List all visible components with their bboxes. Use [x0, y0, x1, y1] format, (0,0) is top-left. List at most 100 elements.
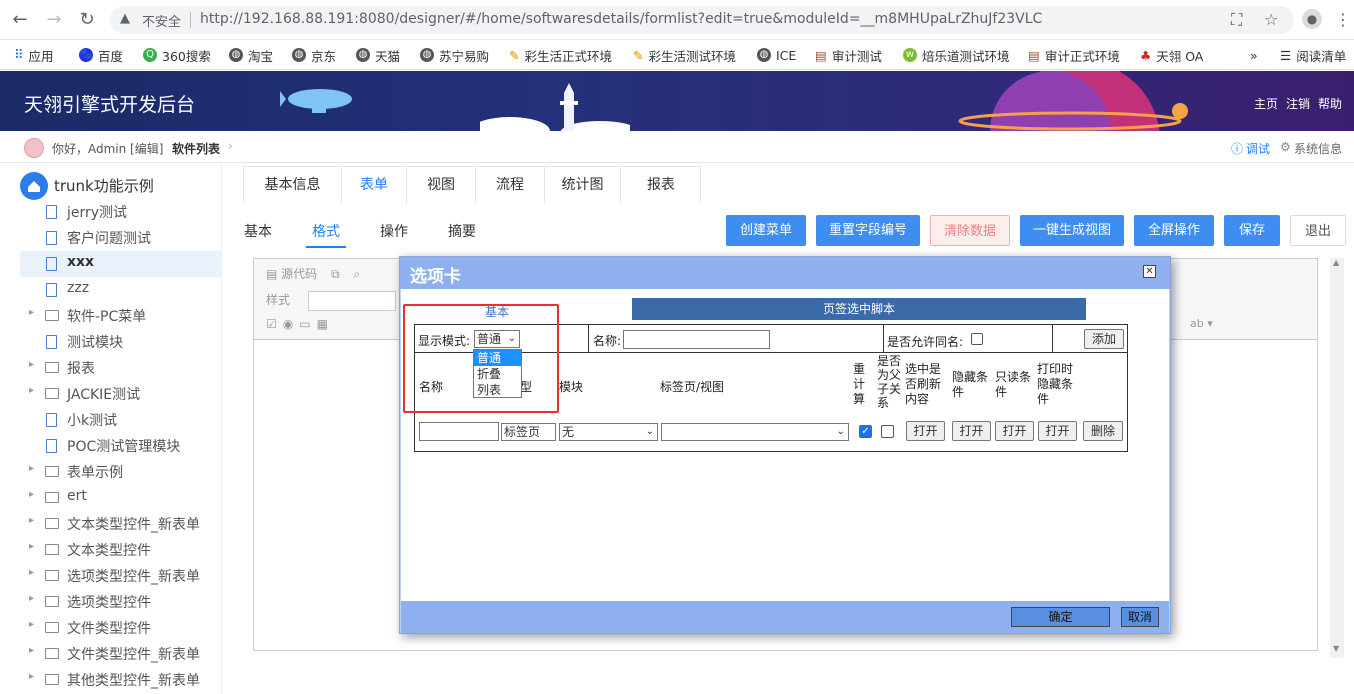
sidebar-item[interactable]: ▸ ert [0, 485, 222, 511]
find-icon[interactable]: ⌕ [353, 267, 360, 281]
translate-icon[interactable]: ⛶ [1231, 10, 1242, 30]
add-button[interactable]: 添加 [1084, 329, 1124, 349]
dialog-titlebar[interactable]: 选项卡 ✕ [400, 257, 1170, 289]
copy-icon[interactable]: ⧉ [331, 267, 340, 281]
home-link[interactable]: 主页 [1254, 95, 1278, 112]
sidebar-item[interactable]: zzz [0, 277, 222, 303]
sidebar-item[interactable]: ▸ 表单示例 [0, 459, 222, 485]
source-icon[interactable]: ▤ [266, 267, 281, 281]
subtab-1[interactable]: 格式 [312, 221, 340, 241]
row-name-input[interactable] [419, 422, 499, 441]
close-icon[interactable]: ✕ [1143, 265, 1156, 278]
bookmark-baidu[interactable]: 🐾 百度 [79, 45, 123, 65]
star-icon[interactable]: ☆ [1264, 10, 1278, 29]
profile-icon[interactable]: ● [1302, 9, 1322, 29]
open-print-hide-button[interactable]: 打开 [1038, 421, 1077, 441]
logout-link[interactable]: 注销 [1286, 95, 1310, 112]
bookmark-ice[interactable]: ◍ ICE [757, 45, 796, 65]
allow-same-name-checkbox[interactable] [971, 333, 983, 345]
sidebar-item[interactable]: ▸ 选项类型控件_新表单 [0, 563, 222, 589]
page-scrollbar[interactable]: ▲ ▼ [1330, 258, 1344, 658]
tab-2[interactable]: 视图 [407, 167, 476, 204]
tab-4[interactable]: 统计图 [545, 167, 621, 204]
expand-arrow-icon[interactable]: ▸ [29, 593, 34, 604]
bookmarks-more[interactable]: » [1250, 45, 1258, 65]
action-button-5[interactable]: 保存 [1224, 215, 1280, 246]
bookmark-csh-test[interactable]: ✎ 彩生活测试环境 [633, 45, 736, 65]
system-info-link[interactable]: 系统信息 [1294, 140, 1342, 157]
sidebar-item[interactable]: ▸ 报表 [0, 355, 222, 381]
back-icon[interactable]: ← [8, 8, 32, 32]
expand-arrow-icon[interactable]: ▸ [29, 515, 34, 526]
expand-arrow-icon[interactable]: ▸ [29, 645, 34, 656]
tab-script[interactable]: 页签选中脚本 [632, 298, 1086, 320]
expand-arrow-icon[interactable]: ▸ [29, 619, 34, 630]
control-icons[interactable]: ☑◉▭▦ [266, 317, 334, 331]
expand-arrow-icon[interactable]: ▸ [29, 463, 34, 474]
scroll-up-icon[interactable]: ▲ [1333, 258, 1339, 267]
sidebar-item[interactable]: xxx [20, 251, 222, 277]
sidebar-item[interactable]: ▸ 选项类型控件 [0, 589, 222, 615]
sidebar-item[interactable]: POC测试管理模块 [0, 433, 222, 459]
recalc-checkbox[interactable]: ✓ [859, 425, 872, 438]
row-type-select[interactable]: 标签页 [501, 423, 556, 441]
sidebar-item[interactable]: ▸ 文件类型控件 [0, 615, 222, 641]
cancel-button[interactable]: 取消 [1121, 607, 1159, 627]
sidebar-item[interactable]: 客户问题测试 [0, 225, 222, 251]
delete-button[interactable]: 删除 [1083, 421, 1123, 441]
sidebar-item[interactable]: ▸ 文本类型控件 [0, 537, 222, 563]
sidebar-item[interactable]: ▸ 文件类型控件_新表单 [0, 641, 222, 667]
action-button-3[interactable]: 一键生成视图 [1020, 215, 1124, 246]
tab-3[interactable]: 流程 [476, 167, 545, 204]
bookmark-360[interactable]: Q 360搜索 [143, 45, 211, 65]
sidebar-root[interactable]: trunk功能示例 [54, 175, 154, 196]
sidebar-item[interactable]: 测试模块 [0, 329, 222, 355]
breadcrumb[interactable]: 软件列表 [172, 140, 220, 157]
reading-list[interactable]: ☰ 阅读清单 [1280, 45, 1346, 65]
action-button-1[interactable]: 重置字段编号 [816, 215, 920, 246]
color-icon[interactable]: ab ▾ [1190, 317, 1213, 330]
bookmark-audit-test[interactable]: ▤ 审计测试 [815, 45, 882, 65]
subtab-0[interactable]: 基本 [244, 221, 272, 241]
bookmark-csh-prod[interactable]: ✎ 彩生活正式环境 [509, 45, 612, 65]
action-button-2[interactable]: 清除数据 [930, 215, 1010, 246]
source-button[interactable]: 源代码 [281, 267, 317, 281]
expand-arrow-icon[interactable]: ▸ [29, 307, 34, 318]
expand-arrow-icon[interactable]: ▸ [29, 567, 34, 578]
action-button-0[interactable]: 创建菜单 [726, 215, 806, 246]
bookmark-tmall[interactable]: ◍ 天猫 [356, 45, 400, 65]
bookmark-bld-test[interactable]: w 焙乐道测试环境 [903, 45, 1010, 65]
avatar[interactable] [24, 138, 44, 158]
forward-icon[interactable]: → [42, 8, 66, 32]
bookmark-taobao[interactable]: ◍ 淘宝 [229, 45, 273, 65]
name-input[interactable] [623, 330, 770, 349]
sidebar-item[interactable]: ▸ 软件-PC菜单 [0, 303, 222, 329]
expand-arrow-icon[interactable]: ▸ [29, 671, 34, 682]
bookmark-audit-prod[interactable]: ▤ 审计正式环境 [1028, 45, 1120, 65]
subtab-2[interactable]: 操作 [380, 221, 408, 241]
expand-arrow-icon[interactable]: ▸ [29, 541, 34, 552]
sidebar-item[interactable]: ▸ JACKIE测试 [0, 381, 222, 407]
subtab-3[interactable]: 摘要 [448, 221, 476, 241]
tab-1[interactable]: 表单 [342, 167, 407, 204]
greeting[interactable]: 你好，Admin [编辑] [52, 140, 163, 157]
action-button-6[interactable]: 退出 [1290, 215, 1346, 246]
ok-button[interactable]: 确定 [1011, 607, 1110, 627]
row-tabview-select[interactable]: ⌄ [661, 423, 849, 441]
parent-child-checkbox[interactable] [881, 425, 894, 438]
tab-5[interactable]: 报表 [621, 167, 701, 204]
bookmark-apps[interactable]: ⠿ 应用 [14, 45, 54, 65]
sidebar-item[interactable]: 小k测试 [0, 407, 222, 433]
sidebar-item[interactable]: jerry测试 [0, 199, 222, 225]
sidebar-item[interactable]: ▸ 文本类型控件_新表单 [0, 511, 222, 537]
bookmark-suning[interactable]: ◍ 苏宁易购 [420, 45, 489, 65]
open-hide-cond-button[interactable]: 打开 [952, 421, 991, 441]
style-select[interactable] [308, 291, 396, 311]
sidebar-item[interactable]: ▸ 其他类型控件_新表单 [0, 667, 222, 693]
row-module-select[interactable]: 无 ⌄ [559, 423, 658, 441]
bookmark-tianling-oa[interactable]: ♣ 天翎 OA [1140, 45, 1203, 65]
menu-icon[interactable]: ⋮ [1335, 10, 1351, 29]
debug-link[interactable]: 调试 [1246, 140, 1270, 157]
tab-0[interactable]: 基本信息 [244, 167, 342, 204]
open-readonly-button[interactable]: 打开 [995, 421, 1034, 441]
